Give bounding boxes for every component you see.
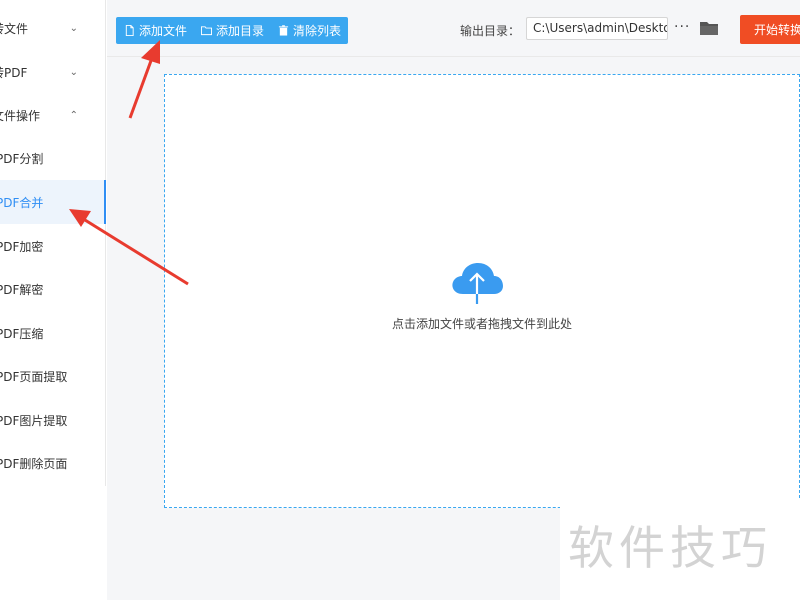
sidebar-group-label: 转文件	[0, 21, 29, 36]
sidebar-group-to-pdf[interactable]: 转PDF ⌄	[0, 50, 106, 94]
cloud-upload-icon	[452, 263, 503, 304]
sidebar-group-to-file[interactable]: 转文件 ⌄	[0, 6, 106, 50]
file-drop-zone[interactable]: 点击添加文件或者拖拽文件到此处	[164, 74, 800, 508]
file-icon	[125, 25, 134, 36]
sidebar-item-pdf-page-extract[interactable]: PDF页面提取	[0, 354, 106, 398]
add-folder-button[interactable]: 添加目录	[201, 22, 264, 39]
output-dir-input[interactable]: C:\Users\admin\Deskto	[526, 17, 668, 40]
sidebar-item-pdf-image-extract[interactable]: PDF图片提取	[0, 398, 106, 442]
toolbar: 添加文件 添加目录 清除列表	[116, 17, 348, 44]
chevron-down-icon: ⌄	[69, 66, 78, 78]
sidebar-item-pdf-decrypt[interactable]: PDF解密	[0, 267, 106, 311]
sidebar-item-pdf-compress[interactable]: PDF压缩	[0, 311, 106, 355]
sidebar-item-pdf-split[interactable]: PDF分割	[0, 136, 106, 180]
sidebar: 转文件 ⌄ 转PDF ⌄ 文件操作 ⌃ PDF分割 PDF合并 PDF加密 PD…	[0, 0, 106, 486]
watermark-text: 软件技巧	[568, 521, 772, 575]
sidebar-group-label: 转PDF	[0, 65, 28, 80]
sidebar-item-label: PDF解密	[0, 282, 44, 297]
clear-list-button[interactable]: 清除列表	[278, 22, 341, 39]
sidebar-item-label: PDF图片提取	[0, 413, 68, 428]
clear-list-label: 清除列表	[293, 24, 342, 38]
sidebar-item-pdf-encrypt[interactable]: PDF加密	[0, 224, 106, 268]
sidebar-item-pdf-merge[interactable]: PDF合并	[0, 180, 106, 224]
chevron-down-icon: ⌄	[69, 22, 78, 34]
open-folder-icon[interactable]	[699, 19, 719, 37]
sidebar-item-label: PDF合并	[0, 195, 44, 210]
sidebar-item-label: PDF删除页面	[0, 456, 68, 471]
sidebar-item-label: PDF压缩	[0, 326, 44, 341]
folder-icon	[201, 26, 213, 36]
sidebar-item-label: PDF加密	[0, 239, 44, 254]
drop-hint-text: 点击添加文件或者拖拽文件到此处	[391, 317, 572, 331]
watermark: 软件技巧	[560, 498, 800, 608]
add-file-button[interactable]: 添加文件	[124, 22, 187, 39]
sidebar-item-pdf-delete-page[interactable]: PDF删除页面	[0, 441, 106, 485]
sidebar-item-label: PDF页面提取	[0, 369, 68, 384]
output-dir-label: 输出目录：	[460, 24, 521, 38]
more-options-button[interactable]: ···	[674, 19, 690, 35]
trash-icon	[278, 25, 289, 36]
sidebar-item-label: PDF分割	[0, 151, 44, 166]
start-convert-button[interactable]: 开始转换	[740, 15, 800, 44]
add-folder-label: 添加目录	[216, 24, 265, 38]
chevron-up-icon: ⌃	[69, 109, 78, 121]
sidebar-group-label: 文件操作	[0, 108, 41, 123]
add-file-label: 添加文件	[139, 24, 188, 38]
sidebar-group-file-ops[interactable]: 文件操作 ⌃	[0, 93, 106, 137]
toolbar-divider	[107, 56, 800, 57]
